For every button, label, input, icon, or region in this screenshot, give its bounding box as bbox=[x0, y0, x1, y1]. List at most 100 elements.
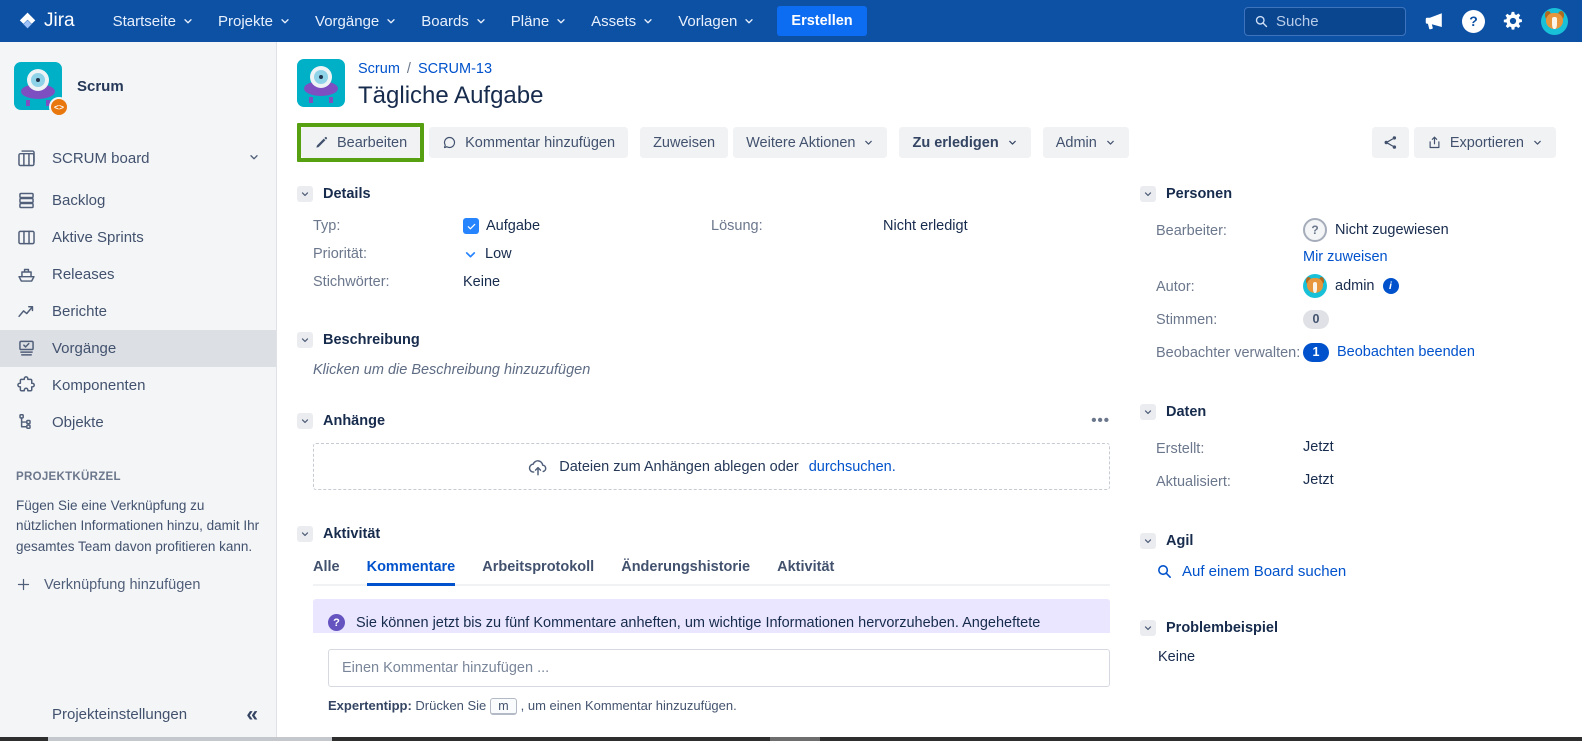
chart-icon bbox=[16, 301, 37, 322]
collapse-details-toggle[interactable] bbox=[297, 186, 313, 202]
type-value[interactable]: Aufgabe bbox=[463, 218, 540, 234]
settings-button[interactable] bbox=[1502, 10, 1524, 32]
sidebar-item-releases[interactable]: Releases bbox=[0, 256, 276, 293]
schema-icon bbox=[16, 412, 37, 433]
sidebar-item-aktive-sprints[interactable]: Aktive Sprints bbox=[0, 219, 276, 256]
breadcrumb-project-link[interactable]: Scrum bbox=[358, 61, 400, 77]
chevron-down-icon bbox=[863, 137, 874, 148]
tab-aenderungshistorie[interactable]: Änderungshistorie bbox=[621, 559, 750, 584]
collapse-example-toggle[interactable] bbox=[1140, 620, 1156, 636]
assign-to-me-link[interactable]: Mir zuweisen bbox=[1303, 249, 1388, 265]
nav-item-assets[interactable]: Assets bbox=[579, 0, 666, 42]
sidebar-item-berichte[interactable]: Berichte bbox=[0, 293, 276, 330]
issue-title: Tägliche Aufgabe bbox=[358, 82, 543, 110]
assign-button[interactable]: Zuweisen bbox=[640, 127, 728, 158]
project-settings[interactable]: Projekteinstellungen « bbox=[0, 704, 276, 725]
search-icon bbox=[1254, 14, 1269, 29]
project-avatar[interactable]: <> bbox=[14, 62, 62, 110]
chevron-down-icon bbox=[1532, 137, 1543, 148]
avatar-detail bbox=[329, 97, 333, 103]
help-button[interactable]: ? bbox=[1462, 10, 1485, 33]
plus-icon bbox=[16, 577, 31, 592]
comment-input[interactable] bbox=[328, 649, 1110, 687]
chevron-down-icon bbox=[182, 15, 194, 27]
collapse-description-toggle[interactable] bbox=[297, 332, 313, 348]
sidebar-item-komponenten[interactable]: Komponenten bbox=[0, 367, 276, 404]
add-comment-button[interactable]: Kommentar hinzufügen bbox=[429, 127, 628, 158]
reporter-label: Autor: bbox=[1156, 274, 1303, 298]
collapse-attachments-toggle[interactable] bbox=[297, 413, 313, 429]
people-section: Personen Bearbeiter: ? Nicht zugewiesen … bbox=[1140, 186, 1568, 364]
votes-badge[interactable]: 0 bbox=[1303, 310, 1329, 329]
stop-watching-link[interactable]: Beobachten beenden bbox=[1337, 344, 1475, 360]
issue-type-avatar bbox=[297, 59, 345, 107]
user-avatar[interactable] bbox=[1541, 8, 1568, 35]
resolution-value: Nicht erledigt bbox=[883, 218, 968, 234]
collapse-sidebar-icon[interactable]: « bbox=[246, 704, 258, 725]
nav-item-boards[interactable]: Boards bbox=[409, 0, 499, 42]
ship-icon bbox=[16, 264, 37, 285]
tab-alle[interactable]: Alle bbox=[313, 559, 340, 584]
sidebar-item-vorgaenge[interactable]: Vorgänge bbox=[0, 330, 276, 367]
attachment-dropzone[interactable]: Dateien zum Anhängen ablegen oder durchs… bbox=[313, 443, 1110, 490]
add-shortcut-link[interactable]: Verknüpfung hinzufügen bbox=[16, 577, 260, 593]
sprints-icon bbox=[16, 227, 37, 248]
reporter-avatar bbox=[1303, 274, 1327, 298]
nav-item-plaene[interactable]: Pläne bbox=[499, 0, 579, 42]
labels-value[interactable]: Keine bbox=[463, 274, 500, 290]
announcements-button[interactable] bbox=[1423, 10, 1445, 32]
nav-item-projekte[interactable]: Projekte bbox=[206, 0, 303, 42]
collapse-agile-toggle[interactable] bbox=[1140, 533, 1156, 549]
issue-toolbar: Bearbeiten Kommentar hinzufügen Zuweisen… bbox=[297, 123, 1582, 162]
chevron-down-icon bbox=[475, 15, 487, 27]
chevron-down-icon bbox=[1007, 137, 1018, 148]
avatar-detail bbox=[1552, 17, 1557, 29]
avatar-detail bbox=[309, 97, 313, 103]
sidebar-item-scrum-board[interactable]: SCRUM board bbox=[0, 140, 276, 177]
status-button[interactable]: Zu erledigen bbox=[899, 127, 1030, 158]
logo-text: Jira bbox=[44, 10, 75, 32]
chevron-down-icon bbox=[555, 15, 567, 27]
export-button[interactable]: Exportieren bbox=[1414, 127, 1556, 158]
board-icon bbox=[16, 148, 37, 169]
priority-value[interactable]: Low bbox=[463, 246, 512, 262]
info-icon[interactable]: i bbox=[1383, 278, 1399, 294]
project-sidebar: <> Scrum SCRUM board Backlog Aktive Spri… bbox=[0, 42, 277, 741]
search-input[interactable] bbox=[1276, 13, 1396, 30]
tab-kommentare[interactable]: Kommentare bbox=[367, 559, 456, 584]
admin-button[interactable]: Admin bbox=[1043, 127, 1129, 158]
global-search[interactable] bbox=[1244, 7, 1406, 36]
breadcrumb: Scrum/SCRUM-13 bbox=[358, 61, 543, 77]
edit-button[interactable]: Bearbeiten bbox=[301, 127, 420, 158]
activity-tabs: Alle Kommentare Arbeitsprotokoll Änderun… bbox=[313, 559, 1110, 586]
sidebar-item-objekte[interactable]: Objekte bbox=[0, 404, 276, 441]
attachments-section: Anhänge ••• Dateien zum Anhängen ablegen… bbox=[297, 412, 1110, 490]
browse-files-link[interactable]: durchsuchen. bbox=[809, 459, 896, 475]
share-icon bbox=[1382, 134, 1399, 151]
create-button[interactable]: Erstellen bbox=[777, 6, 866, 36]
collapse-activity-toggle[interactable] bbox=[297, 526, 313, 542]
collapse-dates-toggle[interactable] bbox=[1140, 404, 1156, 420]
collapse-people-toggle[interactable] bbox=[1140, 186, 1156, 202]
chevron-down-icon[interactable] bbox=[248, 150, 260, 167]
dates-section: Daten Erstellt: Jetzt Aktualisiert: Jetz… bbox=[1140, 404, 1568, 493]
more-icon[interactable]: ••• bbox=[1091, 412, 1110, 429]
comment-tip: Expertentipp: Drücken Siem, um einen Kom… bbox=[328, 698, 1126, 715]
nav-item-startseite[interactable]: Startseite bbox=[101, 0, 206, 42]
nav-item-vorgaenge[interactable]: Vorgänge bbox=[303, 0, 409, 42]
sidebar-item-backlog[interactable]: Backlog bbox=[0, 182, 276, 219]
breadcrumb-issue-link[interactable]: SCRUM-13 bbox=[418, 61, 492, 77]
view-on-board-link[interactable]: Auf einem Board suchen bbox=[1140, 563, 1568, 580]
details-section: Details Typ: Aufgabe bbox=[297, 186, 1110, 302]
description-placeholder[interactable]: Klicken um die Beschreibung hinzuzufügen bbox=[297, 362, 1110, 378]
jira-logo-icon bbox=[16, 10, 38, 32]
share-button[interactable] bbox=[1372, 127, 1409, 158]
avatar-detail bbox=[36, 78, 40, 82]
watchers-badge[interactable]: 1 bbox=[1303, 343, 1329, 362]
priority-low-icon bbox=[463, 247, 478, 262]
jira-logo[interactable]: Jira bbox=[16, 10, 75, 32]
nav-item-vorlagen[interactable]: Vorlagen bbox=[666, 0, 767, 42]
tab-aktivitaet[interactable]: Aktivität bbox=[777, 559, 834, 584]
tab-arbeitsprotokoll[interactable]: Arbeitsprotokoll bbox=[482, 559, 594, 584]
more-actions-button[interactable]: Weitere Aktionen bbox=[733, 127, 887, 158]
